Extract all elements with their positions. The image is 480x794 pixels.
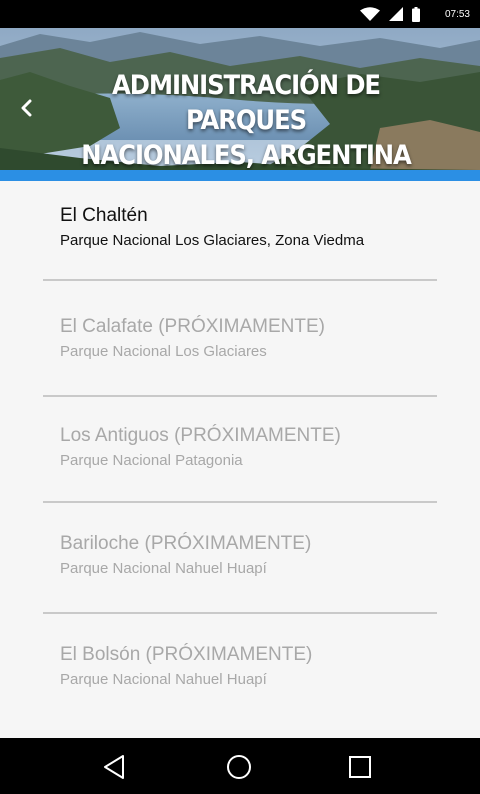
accent-bar xyxy=(0,170,480,181)
list-item-title: El Bolsón (PRÓXIMAMENTE) xyxy=(60,644,313,665)
list-item-title: El Calafate (PRÓXIMAMENTE) xyxy=(60,316,325,337)
status-time: 07:53 xyxy=(444,8,470,20)
nav-home-button[interactable] xyxy=(219,752,259,782)
divider xyxy=(43,612,437,614)
list-item-subtitle: Parque Nacional Nahuel Huapí xyxy=(60,671,267,688)
nav-back-button[interactable] xyxy=(94,752,134,782)
home-circle-icon xyxy=(227,755,251,779)
list-item-los-antiguos[interactable]: Los Antiguos (PRÓXIMAMENTE) Parque Nacio… xyxy=(43,425,437,471)
chevron-left-icon xyxy=(21,99,32,117)
back-button[interactable] xyxy=(10,90,42,126)
page-title-line-1: ADMINISTRACIÓN DE PARQUES xyxy=(112,70,381,136)
list-item-bariloche[interactable]: Bariloche (PRÓXIMAMENTE) Parque Nacional… xyxy=(43,533,437,579)
locations-list: El Chaltén Parque Nacional Los Glaciares… xyxy=(0,181,480,738)
list-item-el-bolson[interactable]: El Bolsón (PRÓXIMAMENTE) Parque Nacional… xyxy=(43,644,437,690)
signal-icon xyxy=(388,7,403,21)
list-item-title: Los Antiguos (PRÓXIMAMENTE) xyxy=(60,425,341,446)
header-banner: ADMINISTRACIÓN DE PARQUES NACIONALES, AR… xyxy=(0,28,480,170)
battery-icon xyxy=(411,6,420,22)
list-item-el-calafate[interactable]: El Calafate (PRÓXIMAMENTE) Parque Nacion… xyxy=(43,316,437,362)
divider xyxy=(43,395,437,397)
list-item-title: Bariloche (PRÓXIMAMENTE) xyxy=(60,533,312,554)
divider xyxy=(43,279,437,281)
status-bar: 07:53 xyxy=(0,0,480,28)
nav-recents-button[interactable] xyxy=(340,752,380,782)
back-triangle-icon xyxy=(104,755,124,779)
recents-square-icon xyxy=(349,756,371,778)
wifi-icon xyxy=(359,7,380,21)
list-item-subtitle: Parque Nacional Nahuel Huapí xyxy=(60,560,267,577)
list-item-title: El Chaltén xyxy=(60,205,148,226)
page-title: ADMINISTRACIÓN DE PARQUES NACIONALES, AR… xyxy=(75,68,417,170)
list-item-subtitle: Parque Nacional Los Glaciares xyxy=(60,343,267,360)
list-item-subtitle: Parque Nacional Patagonia xyxy=(60,452,243,469)
navigation-bar xyxy=(0,738,480,794)
divider xyxy=(43,501,437,503)
page-title-line-2: NACIONALES, ARGENTINA xyxy=(81,140,412,170)
list-item-el-chalten[interactable]: El Chaltén Parque Nacional Los Glaciares… xyxy=(43,205,437,251)
status-icons: 07:53 xyxy=(359,5,470,23)
list-item-subtitle: Parque Nacional Los Glaciares, Zona Vied… xyxy=(60,232,365,249)
